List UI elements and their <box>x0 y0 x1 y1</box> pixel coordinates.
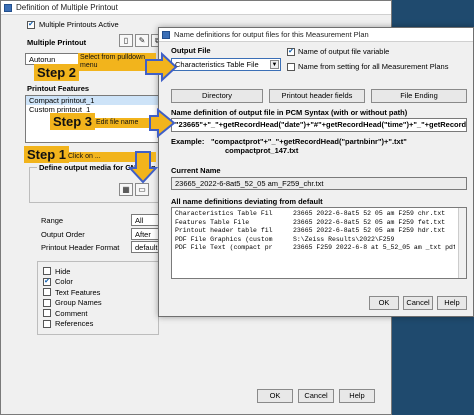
step2-arrow-icon <box>145 51 178 83</box>
step3-arrow-icon <box>149 107 176 139</box>
step1-arrow-icon <box>127 151 159 184</box>
annotation-arrows <box>127 51 178 184</box>
